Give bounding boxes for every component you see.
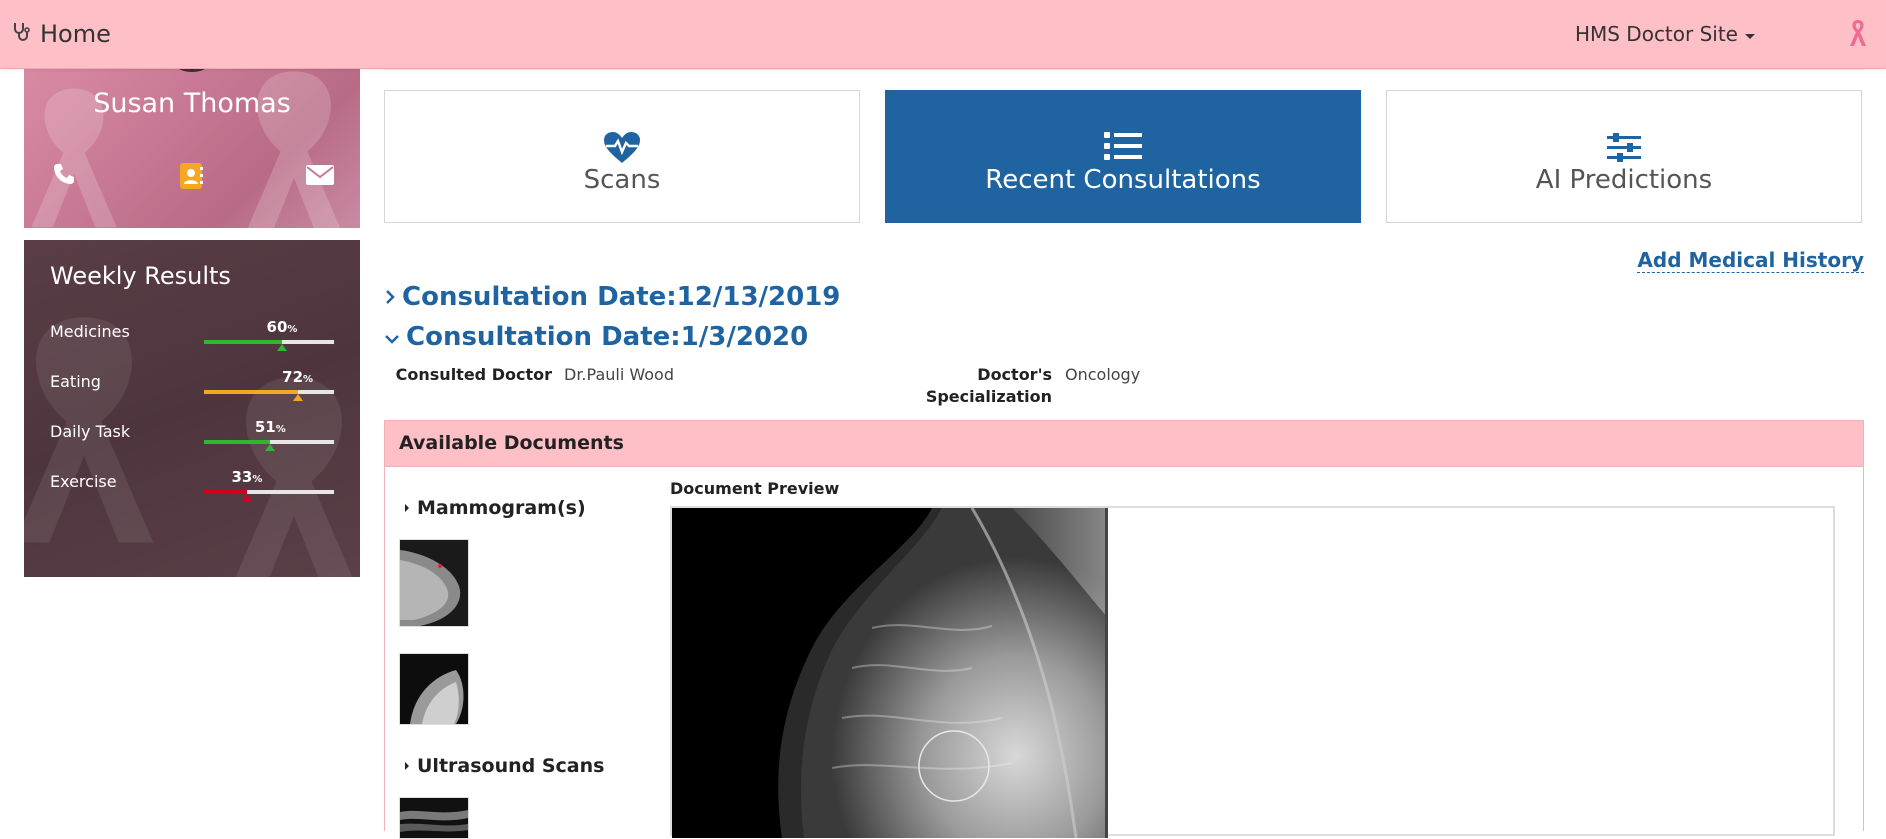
group-label: Mammogram(s)	[417, 497, 586, 519]
caret-down-icon	[1744, 22, 1756, 46]
progress-track	[204, 490, 334, 494]
available-documents-panel: Available Documents Mammogram(s) Ultraso…	[384, 420, 1864, 839]
chevron-right-icon	[384, 282, 396, 312]
consulted-doctor-value: Dr.Pauli Wood	[564, 365, 674, 384]
heart-pulse-icon	[602, 131, 642, 169]
site-menu-label: HMS Doctor Site	[1574, 22, 1738, 46]
progress-unit: %	[275, 424, 286, 435]
weekly-result-row: Daily Task 51%	[24, 410, 360, 451]
ultrasound-image	[400, 798, 468, 838]
consultation-date-label: Consultation Date:12/13/2019	[402, 282, 841, 312]
tab-label: AI Predictions	[1535, 165, 1713, 195]
progress-track	[204, 390, 334, 394]
mammogram-thumbnail[interactable]	[399, 539, 469, 627]
progress-value: 33	[231, 468, 253, 486]
group-label: Ultrasound Scans	[417, 755, 605, 777]
list-icon	[1104, 131, 1142, 165]
document-preview-label: Document Preview	[670, 479, 840, 498]
progress-percent: 72%	[282, 368, 313, 386]
progress-value: 60	[266, 318, 288, 336]
home-link[interactable]: Home	[12, 20, 111, 48]
tab-label: Recent Consultations	[985, 165, 1261, 195]
consultation-toggle-collapsed[interactable]: Consultation Date:12/13/2019	[384, 282, 840, 312]
ultrasound-thumbnail[interactable]	[399, 797, 469, 839]
consulted-doctor-label: Consulted Doctor	[395, 365, 552, 384]
ultrasound-group-toggle[interactable]: Ultrasound Scans	[403, 755, 604, 777]
phone-icon[interactable]	[52, 162, 76, 190]
progress-fill	[204, 390, 298, 394]
home-label: Home	[40, 20, 111, 48]
weekly-result-row: Exercise 33%	[24, 460, 360, 501]
progress-track	[204, 340, 334, 344]
weekly-result-label: Eating	[50, 372, 101, 391]
progress-marker-icon	[265, 444, 276, 451]
document-preview-frame	[670, 506, 1835, 838]
progress-fill	[204, 340, 282, 344]
consultation-date-label: Consultation Date:1/3/2020	[406, 322, 809, 352]
weekly-result-label: Daily Task	[50, 422, 131, 441]
progress-fill	[204, 440, 271, 444]
mammograms-group-toggle[interactable]: Mammogram(s)	[403, 497, 586, 519]
caret-right-icon	[403, 755, 411, 777]
patient-profile-card: Susan Thomas	[24, 68, 360, 228]
weekly-results-title: Weekly Results	[50, 262, 231, 290]
sliders-icon	[1607, 133, 1641, 167]
weekly-result-row: Eating 72%	[24, 360, 360, 401]
progress-unit: %	[287, 324, 298, 335]
documents-title: Available Documents	[399, 432, 624, 454]
top-navbar: Home HMS Doctor Site	[0, 0, 1886, 69]
progress-value: 51	[254, 418, 276, 436]
consultation-toggle-expanded[interactable]: Consultation Date:1/3/2020	[384, 322, 808, 352]
stethoscope-icon	[12, 22, 30, 46]
contact-card-icon[interactable]	[178, 162, 204, 194]
pink-ribbon-icon	[1848, 18, 1868, 52]
tab-scans[interactable]: Scans	[384, 90, 860, 223]
progress-unit: %	[252, 474, 263, 485]
chevron-down-icon	[384, 322, 400, 352]
doctor-specialization-label-line2: Specialization	[925, 387, 1052, 406]
progress-percent: 51%	[255, 418, 286, 436]
weekly-result-row: Medicines 60%	[24, 310, 360, 351]
weekly-result-label: Medicines	[50, 322, 130, 341]
progress-fill	[204, 490, 247, 494]
doctor-specialization-value: Oncology	[1065, 365, 1141, 384]
progress-marker-icon	[277, 344, 287, 351]
tab-label: Scans	[583, 165, 661, 195]
patient-name: Susan Thomas	[93, 88, 291, 119]
site-menu-dropdown[interactable]: HMS Doctor Site	[1575, 22, 1756, 46]
mammogram-image	[400, 654, 468, 724]
weekly-result-label: Exercise	[50, 472, 117, 491]
add-medical-history-link[interactable]: Add Medical History	[1637, 248, 1864, 273]
progress-percent: 33%	[231, 468, 262, 486]
doctor-specialization-label-line1: Doctor's	[977, 365, 1052, 384]
progress-percent: 60%	[267, 318, 298, 336]
documents-header: Available Documents	[385, 421, 1863, 467]
mammogram-preview-image	[672, 508, 1108, 838]
progress-unit: %	[303, 374, 314, 385]
progress-marker-icon	[241, 494, 252, 501]
tab-ai-predictions[interactable]: AI Predictions	[1386, 90, 1862, 223]
mammogram-image	[400, 540, 468, 626]
caret-right-icon	[403, 497, 411, 519]
weekly-results-panel: Weekly Results Medicines 60% Eating 72% Dail…	[24, 240, 360, 577]
envelope-icon[interactable]	[306, 165, 334, 189]
progress-marker-icon	[292, 394, 303, 401]
mammogram-thumbnail[interactable]	[399, 653, 469, 725]
progress-value: 72	[282, 368, 304, 386]
tab-recent-consultations[interactable]: Recent Consultations	[885, 90, 1361, 223]
